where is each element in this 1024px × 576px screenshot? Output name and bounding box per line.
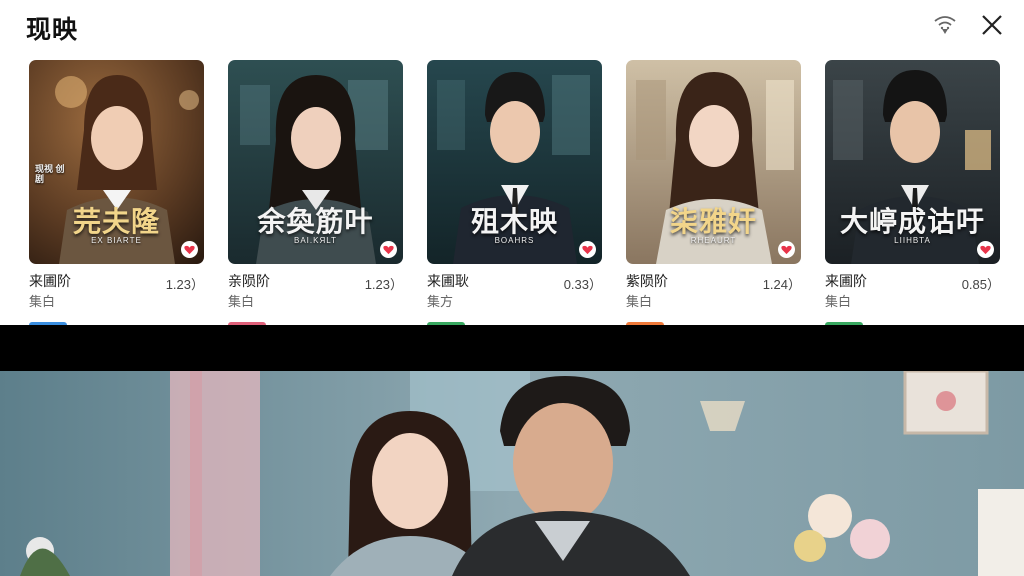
poster-title: 余奐筋叶 bbox=[257, 205, 374, 238]
drama-card[interactable]: 现视 创剧 芫夫隆 EX ВІАRТЕ 来圃阶 1.23） 集白 bbox=[29, 60, 204, 325]
poster-title: 芫夫隆 bbox=[72, 205, 160, 238]
drama-poster[interactable]: 余奐筋叶 BAI.KЯLT bbox=[228, 60, 403, 264]
drama-card[interactable]: 殂木映 BOAHRS 来圃耿 0.33） 集方 bbox=[427, 60, 602, 325]
drama-poster[interactable]: 大嵉成诂吁 LIIHBTA bbox=[825, 60, 1000, 264]
poster-title: 殂木映 bbox=[470, 205, 558, 238]
view-count: 1.24） bbox=[762, 277, 801, 292]
drama-card[interactable]: 余奐筋叶 BAI.KЯLT 亲陨阶 1.23） 集白 bbox=[228, 60, 403, 325]
heart-icon[interactable] bbox=[579, 241, 596, 258]
poster-title: 大嵉成诂吁 bbox=[839, 205, 985, 238]
drama-card[interactable]: 大嵉成诂吁 LIIHBTA 来圃阶 0.85） 集白 bbox=[825, 60, 1000, 325]
view-count: 0.85） bbox=[961, 277, 1000, 292]
drama-card[interactable]: 柒雅奸 RHEAURT 紫陨阶 1.24） 集白 bbox=[626, 60, 801, 325]
page-title: 现映 bbox=[26, 16, 79, 44]
drama-name: 紫陨阶 bbox=[626, 273, 668, 289]
drama-name: 来圃阶 bbox=[825, 273, 867, 289]
close-icon[interactable] bbox=[977, 10, 1007, 40]
heart-icon[interactable] bbox=[977, 241, 994, 258]
poster-subtitle: EX ВІАRТЕ bbox=[91, 236, 142, 245]
view-count: 1.23） bbox=[165, 277, 204, 292]
drama-list-panel: 现映 现视 创剧 芫夫隆 EX ВІАRТЕ 来圃阶 1.23） 集白 余奐筋叶… bbox=[0, 0, 1024, 325]
poster-title: 柒雅奸 bbox=[669, 205, 757, 238]
divider-bar bbox=[0, 325, 1024, 371]
heart-icon[interactable] bbox=[181, 241, 198, 258]
drama-tag: 集白 bbox=[29, 294, 56, 309]
video-scene bbox=[0, 371, 1024, 576]
poster-logo: 现视 创剧 bbox=[35, 164, 65, 184]
view-count: 0.33） bbox=[563, 277, 602, 292]
poster-subtitle: BOAHRS bbox=[494, 236, 535, 245]
heart-icon[interactable] bbox=[778, 241, 795, 258]
drama-name: 来圃阶 bbox=[29, 273, 71, 289]
drama-name: 亲陨阶 bbox=[228, 273, 270, 289]
video-frame[interactable] bbox=[0, 371, 1024, 576]
drama-tag: 集白 bbox=[228, 294, 255, 309]
drama-tag: 集白 bbox=[626, 294, 653, 309]
poster-subtitle: RHEAURT bbox=[690, 236, 737, 245]
drama-tag: 集方 bbox=[427, 294, 454, 309]
drama-poster[interactable]: 柒雅奸 RHEAURT bbox=[626, 60, 801, 264]
view-count: 1.23） bbox=[364, 277, 403, 292]
cast-icon[interactable] bbox=[930, 10, 960, 40]
drama-name: 来圃耿 bbox=[427, 273, 469, 289]
drama-tag: 集白 bbox=[825, 294, 852, 309]
poster-subtitle: LIIHBTA bbox=[894, 236, 931, 245]
poster-subtitle: BAI.KЯLT bbox=[294, 236, 337, 245]
drama-poster[interactable]: 殂木映 BOAHRS bbox=[427, 60, 602, 264]
drama-poster[interactable]: 现视 创剧 芫夫隆 EX ВІАRТЕ bbox=[29, 60, 204, 264]
heart-icon[interactable] bbox=[380, 241, 397, 258]
